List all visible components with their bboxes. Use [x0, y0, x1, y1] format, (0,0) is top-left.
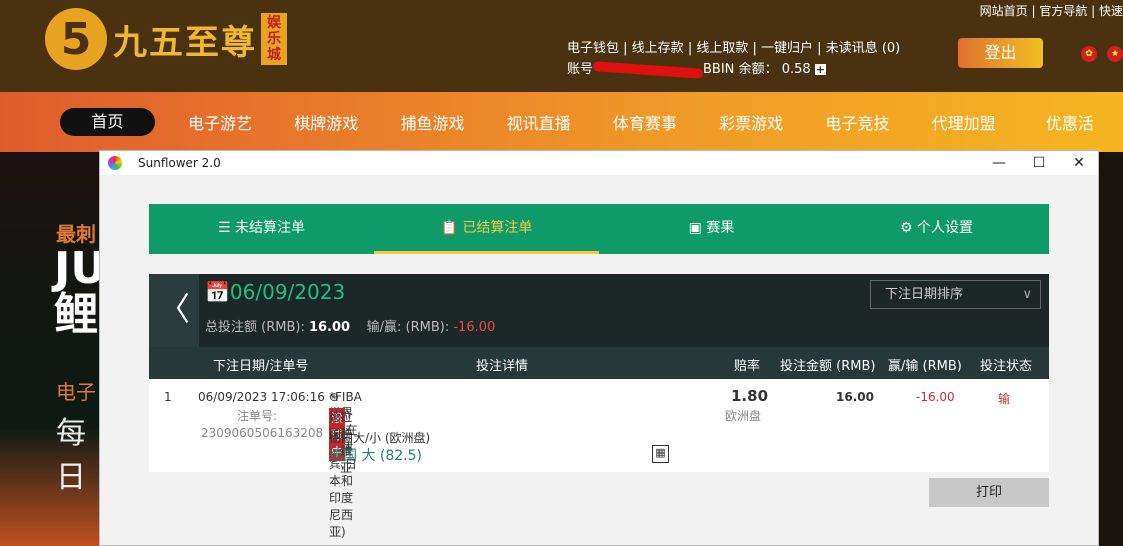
summary-panel: 〈 📅06/09/2023 总投注额 (RMB): 16.00 输/赢: (RM… [149, 274, 1049, 347]
scoreboard-icon: ▣ [688, 220, 707, 236]
table-header: 下注日期/注单号 投注详情 赔率 投注金额 (RMB) 赢/输 (RMB) 投注… [149, 347, 1049, 379]
promo-banner: 最刺 JU 鲤 电子 每日 [0, 152, 106, 546]
link-deposit[interactable]: 线上存款 [632, 41, 684, 56]
nav-agent[interactable]: 代理加盟 [911, 110, 1017, 134]
banner-text: 电子 [56, 380, 96, 404]
plus-icon[interactable]: + [814, 64, 826, 75]
col-date: 下注日期/注单号 [213, 359, 309, 374]
list-icon: ☰ [217, 220, 235, 236]
logo-tag: 娱乐城 [261, 13, 287, 65]
background-strip [1099, 152, 1123, 546]
match: 滚球中 德国 vs 拉脱维亚 [329, 408, 353, 475]
nav-esports[interactable]: 电子竞技 [804, 110, 910, 134]
col-odds: 赔率 [734, 359, 761, 374]
selection: 德国 大 (82.5) [329, 448, 422, 464]
link-wallet[interactable]: 电子钱包 [567, 41, 619, 56]
win-loss: -16.00 [916, 390, 955, 404]
title-bar: Sunflower 2.0 — ☐ ✕ [100, 151, 1098, 175]
tab-settled[interactable]: 📋 已结算注单 [374, 204, 599, 254]
hk-flag-icon[interactable]: ✿ [1081, 46, 1097, 62]
link-messages[interactable]: 未读讯息 (0) [826, 41, 901, 56]
account-panel: 电子钱包 | 线上存款 | 线上取款 | 一键归户 | 未读讯息 (0) 账号 B… [567, 41, 901, 79]
maximize-button[interactable]: ☐ [1020, 151, 1058, 175]
account-label: 账号 [567, 62, 594, 77]
top-links[interactable]: 网站首页 | 官方导航 | 快速 [980, 2, 1123, 19]
site-logo[interactable]: 5 九五至尊 娱乐城 [45, 8, 287, 70]
bet-datetime: 06/09/2023 17:06:16 [198, 390, 325, 404]
row-number: 1 [164, 390, 172, 404]
col-stake: 投注金额 (RMB) [780, 359, 876, 374]
redaction [592, 60, 704, 79]
back-button[interactable]: 〈 [149, 274, 199, 347]
chevron-down-icon: ∨ [1022, 287, 1032, 302]
sunflower-window: Sunflower 2.0 — ☐ ✕ ☰ 未结算注单 📋 已结算注单 ▣ 赛果… [99, 150, 1099, 546]
calendar-icon: 📅 [205, 280, 230, 304]
site-header: 5 九五至尊 娱乐城 网站首页 | 官方导航 | 快速 电子钱包 | 线上存款 … [0, 0, 1123, 92]
app-icon [108, 156, 122, 170]
nav-lottery[interactable]: 彩票游戏 [698, 110, 804, 134]
tab-unsettled[interactable]: ☰ 未结算注单 [149, 204, 374, 254]
link-withdraw[interactable]: 线上取款 [696, 41, 748, 56]
nav-live[interactable]: 视讯直播 [486, 110, 592, 134]
minimize-button[interactable]: — [980, 151, 1018, 175]
main-nav: 首页 电子游艺 棋牌游戏 捕鱼游戏 视讯直播 体育赛事 彩票游戏 电子竞技 代理… [0, 92, 1123, 152]
logo-mark: 5 [45, 8, 107, 70]
table-row: 1 06/09/2023 17:06:16 注单号: 2309060506163… [149, 379, 1049, 539]
cn-flag-icon[interactable]: ★ [1107, 46, 1123, 62]
nav-slots[interactable]: 电子游艺 [167, 110, 273, 134]
nav-cards[interactable]: 棋牌游戏 [273, 110, 379, 134]
banner-text: 每日 [56, 416, 86, 495]
print-button[interactable]: 打印 [929, 478, 1049, 507]
nav-sports[interactable]: 体育赛事 [592, 110, 698, 134]
tab-settings[interactable]: ⚙ 个人设置 [824, 204, 1049, 254]
bet-id: 2309060506163208 [201, 426, 324, 440]
close-button[interactable]: ✕ [1060, 151, 1098, 175]
odds: 1.80 [731, 387, 769, 405]
window-title: Sunflower 2.0 [138, 156, 221, 170]
col-winloss: 赢/输 (RMB) [888, 359, 962, 374]
summary-date: 📅06/09/2023 [205, 280, 346, 304]
stake: 16.00 [836, 390, 874, 404]
summary-totals: 总投注额 (RMB): 16.00 输/赢: (RMB): -16.00 [205, 320, 496, 335]
tab-results[interactable]: ▣ 赛果 [599, 204, 824, 254]
logo-name: 九五至尊 [113, 22, 257, 63]
balance-label: 余额： [738, 62, 778, 77]
clipboard-icon: 📋 [440, 220, 463, 236]
scoreboard-icon[interactable]: ▦ [652, 445, 669, 463]
odds-type: 欧洲盘 [725, 409, 762, 423]
col-details: 投注详情 [476, 359, 529, 374]
balance-value: 0.58 [781, 62, 811, 77]
account-suffix: BBIN [703, 62, 735, 77]
logout-button[interactable]: 登出 [958, 38, 1043, 68]
bet-status: 输 [998, 392, 1011, 406]
col-status: 投注状态 [980, 359, 1033, 374]
nav-promo[interactable]: 优惠活 [1017, 110, 1123, 134]
gear-icon: ⚙ [899, 220, 917, 236]
bet-id-label: 注单号: [237, 409, 278, 423]
link-consolidate[interactable]: 一键归户 [761, 41, 813, 56]
sort-select[interactable]: 下注日期排序 ∨ [870, 280, 1041, 309]
tab-bar: ☰ 未结算注单 📋 已结算注单 ▣ 赛果 ⚙ 个人设置 [149, 204, 1049, 254]
market: 德国大/小 (欧洲盘) [329, 431, 431, 445]
nav-home[interactable]: 首页 [60, 108, 155, 136]
nav-fishing[interactable]: 捕鱼游戏 [379, 110, 485, 134]
